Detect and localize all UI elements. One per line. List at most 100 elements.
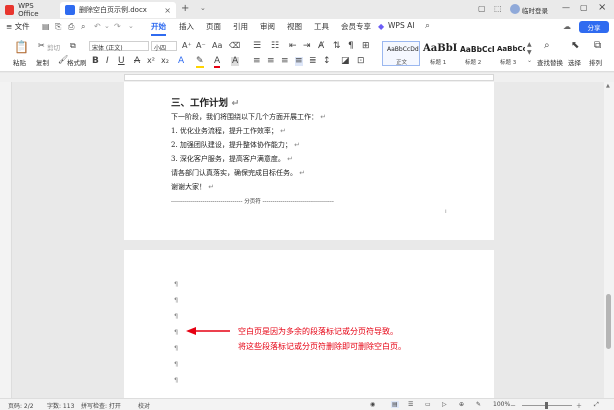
edit-mode-icon[interactable]: ✎ xyxy=(476,401,481,408)
style-normal[interactable]: AaBbCcDd 正文 xyxy=(382,41,420,66)
increase-indent-icon[interactable]: ⇥ xyxy=(303,42,311,51)
bullet-list-icon[interactable]: ☰ xyxy=(253,42,261,51)
tab-wps-office[interactable]: WPS Office xyxy=(0,2,58,18)
line-spacing-icon[interactable]: ↕ xyxy=(323,57,331,66)
menu-item-review[interactable]: 审阅 xyxy=(260,21,275,32)
cloud-sync-icon[interactable]: ☁ xyxy=(563,22,571,31)
sort-icon[interactable]: ⇅ xyxy=(333,42,341,51)
word-count[interactable]: 字数: 113 xyxy=(47,401,74,410)
doc-heading[interactable]: 三、工作计划 ↵ xyxy=(171,95,239,109)
empty-paragraph-mark[interactable]: ¶ xyxy=(174,344,178,352)
paste-icon[interactable]: 📋 xyxy=(14,41,29,53)
doc-list-item-2[interactable]: 2. 加强团队建设，提升整体协作能力； ↵ xyxy=(171,140,300,150)
search-icon[interactable]: ⌕ xyxy=(425,21,430,31)
print-preview-icon[interactable]: ⌕ xyxy=(81,22,85,32)
skin-icon[interactable]: ⬚ xyxy=(494,4,502,13)
page-view-icon[interactable]: ▤ xyxy=(391,401,399,408)
file-menu[interactable]: ≡ 文件 xyxy=(6,21,30,32)
vertical-scrollbar[interactable]: ▲ xyxy=(604,82,614,398)
italic-icon[interactable]: I xyxy=(106,57,109,66)
arrange-icon[interactable]: ⧉ xyxy=(594,41,601,51)
styles-scroll-up-icon[interactable]: ▲ xyxy=(527,41,532,48)
menu-item-references[interactable]: 引用 xyxy=(233,21,248,32)
scrollbar-thumb[interactable] xyxy=(606,294,611,349)
find-replace-button[interactable]: 查找替换 xyxy=(537,57,563,67)
empty-paragraph-mark[interactable]: ¶ xyxy=(174,376,178,384)
zoom-out-icon[interactable]: － xyxy=(510,401,516,410)
outline-view-icon[interactable]: ☰ xyxy=(408,401,413,408)
cut-button[interactable]: 剪切 xyxy=(47,42,60,52)
paste-button[interactable]: 粘贴 xyxy=(13,57,26,67)
align-center-icon[interactable]: ≡ xyxy=(267,57,275,66)
arrange-button[interactable]: 排列 xyxy=(589,57,602,67)
font-name-select[interactable]: 宋体 (正文) xyxy=(89,41,149,52)
horizontal-ruler[interactable] xyxy=(0,73,614,82)
empty-paragraph-mark[interactable]: ¶ xyxy=(174,280,178,288)
save-icon[interactable]: ▤ xyxy=(42,22,50,31)
copy-button[interactable]: 复制 xyxy=(36,57,49,67)
minimize-icon[interactable]: — xyxy=(562,3,570,12)
zoom-slider-thumb[interactable] xyxy=(545,402,548,409)
menu-item-wps-ai[interactable]: WPS AI xyxy=(388,21,414,30)
print-icon[interactable]: ⎙ xyxy=(68,22,74,32)
share-button[interactable]: 分享 xyxy=(579,21,609,33)
distribute-icon[interactable]: ≣ xyxy=(309,57,317,66)
style-heading-2[interactable]: AaBbCcI 标题 2 xyxy=(458,41,494,66)
undo-icon[interactable]: ↶ xyxy=(94,22,101,31)
menu-item-member[interactable]: 会员专享 xyxy=(341,21,371,32)
menu-item-home[interactable]: 开始 xyxy=(151,21,166,32)
superscript-icon[interactable]: x² xyxy=(147,57,155,65)
align-right-icon[interactable]: ≡ xyxy=(281,57,289,66)
spellcheck-toggle[interactable]: 拼写检查: 打开 xyxy=(81,401,121,410)
strikethrough-icon[interactable]: A xyxy=(134,57,140,66)
numbered-list-icon[interactable]: ☷ xyxy=(271,42,279,51)
select-button[interactable]: 选择 xyxy=(568,57,581,67)
grow-font-icon[interactable]: A⁺ xyxy=(182,42,192,50)
menu-item-view[interactable]: 视图 xyxy=(287,21,302,32)
document-page-2[interactable]: ¶ ¶ ¶ ¶ ¶ ¶ ¶ 空白页是因为多余的段落标记或分页符导致。 将这些段落… xyxy=(124,250,494,398)
clear-format-icon[interactable]: ⌫ xyxy=(229,42,240,50)
align-left-icon[interactable]: ≡ xyxy=(253,57,261,66)
underline-icon[interactable]: U xyxy=(118,57,125,66)
export-icon[interactable]: ⎘ xyxy=(55,22,61,32)
quick-access-more-icon[interactable]: ⌄ xyxy=(128,22,134,30)
undo-dropdown-icon[interactable]: ⌄ xyxy=(104,22,110,30)
highlight-icon[interactable]: ✎ xyxy=(196,57,204,68)
doc-paragraph[interactable]: 下一阶段，我们将围绕以下几个方面开展工作： ↵ xyxy=(171,112,326,122)
eye-protection-icon[interactable]: ◉ xyxy=(370,401,375,408)
copy-icon[interactable]: ⧉ xyxy=(70,42,76,50)
play-icon[interactable]: ▷ xyxy=(442,401,447,408)
avatar[interactable] xyxy=(510,4,520,14)
empty-paragraph-mark[interactable]: ¶ xyxy=(174,328,178,336)
maximize-icon[interactable]: ▢ xyxy=(580,3,588,12)
shrink-font-icon[interactable]: A⁻ xyxy=(196,42,206,50)
close-window-icon[interactable]: × xyxy=(598,2,606,13)
doc-list-item-3[interactable]: 3. 深化客户服务，提高客户满意度。 ↵ xyxy=(171,154,293,164)
styles-scroll-down-icon[interactable]: ▼ xyxy=(527,49,532,56)
scroll-up-icon[interactable]: ▲ xyxy=(606,83,610,89)
doc-closing-line[interactable]: 请各部门认真落实，确保完成目标任务。 ↵ xyxy=(171,168,305,178)
close-tab-icon[interactable]: × xyxy=(164,6,171,15)
format-painter-button[interactable]: 格式刷 xyxy=(67,57,87,67)
empty-paragraph-mark[interactable]: ¶ xyxy=(174,360,178,368)
menu-item-insert[interactable]: 插入 xyxy=(179,21,194,32)
tab-list-icon[interactable]: ⌄ xyxy=(200,4,206,12)
styles-expand-icon[interactable]: ⌄ xyxy=(527,57,532,64)
change-case-icon[interactable]: Aa xyxy=(212,42,222,50)
style-heading-1[interactable]: AaBbI 标题 1 xyxy=(421,41,457,66)
doc-list-item-1[interactable]: 1. 优化业务流程，提升工作效率； ↵ xyxy=(171,126,286,136)
login-label[interactable]: 临时登录 xyxy=(522,5,548,15)
menu-item-layout[interactable]: 页面 xyxy=(206,21,221,32)
redo-icon[interactable]: ↷ xyxy=(114,22,121,31)
table-border-icon[interactable]: ⊞ xyxy=(362,42,370,51)
justify-icon[interactable]: ≡ xyxy=(295,57,303,66)
font-color-icon[interactable]: A xyxy=(214,57,221,68)
web-view-icon[interactable]: ⊕ xyxy=(459,401,464,408)
chinese-layout-icon[interactable]: Ⱥ xyxy=(318,42,324,51)
text-effect-icon[interactable]: A xyxy=(178,57,184,66)
decrease-indent-icon[interactable]: ⇤ xyxy=(289,42,297,51)
fit-window-icon[interactable]: ⤢ xyxy=(594,401,599,409)
page-break-marker[interactable]: ------------------------------------ 分页符… xyxy=(171,197,334,205)
font-size-select[interactable]: 小四 xyxy=(151,41,177,52)
menu-item-tools[interactable]: 工具 xyxy=(314,21,329,32)
